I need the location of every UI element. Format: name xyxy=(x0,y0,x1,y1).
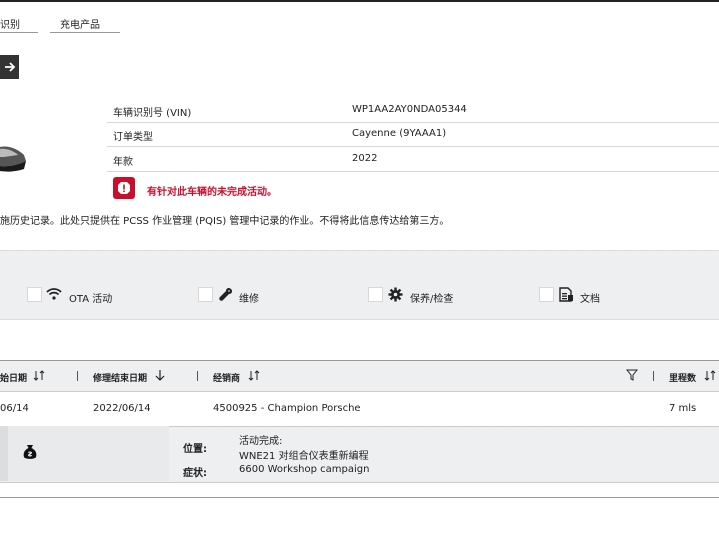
divider xyxy=(107,171,719,172)
divider xyxy=(107,122,719,123)
filter-ota-checkbox[interactable] xyxy=(27,287,42,302)
filter-ota-label: OTA 活动 xyxy=(69,294,113,305)
symptom-label: 症状: xyxy=(183,468,207,479)
model-year-label: 年款 xyxy=(113,157,133,168)
filter-maintenance-checkbox[interactable] xyxy=(368,287,383,302)
filter-bar xyxy=(0,250,719,320)
header-separator xyxy=(77,371,78,381)
vehicle-image xyxy=(0,135,30,180)
top-border xyxy=(0,0,719,2)
open-campaign-alert[interactable]: 有针对此车辆的未完成活动。 xyxy=(147,183,277,198)
sort-icon[interactable] xyxy=(248,370,260,381)
filter-maintenance-label: 保养/检查 xyxy=(410,294,454,305)
activity-value: WNE21 对组合仪表重新编程 xyxy=(239,451,369,462)
activity-label: 活动完成: xyxy=(239,436,283,447)
header-end-date[interactable]: 修理结束日期 xyxy=(93,371,147,384)
header-dealer[interactable]: 经销商 xyxy=(213,371,240,384)
wifi-icon xyxy=(46,288,62,300)
row-start-date: 06/14 xyxy=(0,403,29,414)
filter-documents-checkbox[interactable] xyxy=(539,287,554,302)
row-mileage: 7 mls xyxy=(669,403,697,414)
filter-repair-checkbox[interactable] xyxy=(198,287,213,302)
gear-icon xyxy=(388,287,403,302)
tab-identification[interactable]: 识别 xyxy=(0,16,20,31)
arrow-right-icon xyxy=(4,62,15,72)
document-icon xyxy=(559,287,574,302)
model-year-value: 2022 xyxy=(352,153,378,164)
filter-documents-label: 文档 xyxy=(580,294,600,305)
vin-label: 车辆识别号 (VIN) xyxy=(113,108,192,119)
history-notice: 施历史记录。此处只提供在 PCSS 作业管理 (PQIS) 管理中记录的作业。不… xyxy=(0,216,450,227)
alert-icon xyxy=(113,177,135,199)
tab-identification-underline xyxy=(0,32,38,33)
vin-value: WP1AA2AY0NDA05344 xyxy=(352,104,467,115)
header-separator xyxy=(197,371,198,381)
money-bag-icon xyxy=(23,444,37,460)
row-dealer: 4500925 - Champion Porsche xyxy=(213,403,361,414)
header-mileage[interactable]: 里程数 xyxy=(669,371,696,384)
order-type-label: 订单类型 xyxy=(113,132,153,143)
filter-repair-label: 维修 xyxy=(239,294,259,305)
order-type-value: Cayenne (9YAAA1) xyxy=(352,128,447,139)
header-start-date[interactable]: 始日期 xyxy=(0,371,27,384)
sort-desc-icon[interactable] xyxy=(155,369,165,381)
header-separator xyxy=(653,371,654,381)
next-arrow-button[interactable] xyxy=(0,55,19,79)
tab-charging-underline xyxy=(50,32,120,33)
tab-charging-products[interactable]: 充电产品 xyxy=(60,16,100,31)
divider xyxy=(107,146,719,147)
table-bottom-border xyxy=(0,497,719,498)
filter-funnel-icon[interactable] xyxy=(626,369,638,381)
wrench-icon xyxy=(218,287,233,302)
detail-accent xyxy=(0,426,8,481)
symptom-value: 6600 Workshop campaign xyxy=(239,464,370,475)
row-end-date: 2022/06/14 xyxy=(93,403,151,414)
sort-icon[interactable] xyxy=(704,370,716,381)
location-label: 位置: xyxy=(183,444,207,455)
sort-icon[interactable] xyxy=(33,370,45,381)
